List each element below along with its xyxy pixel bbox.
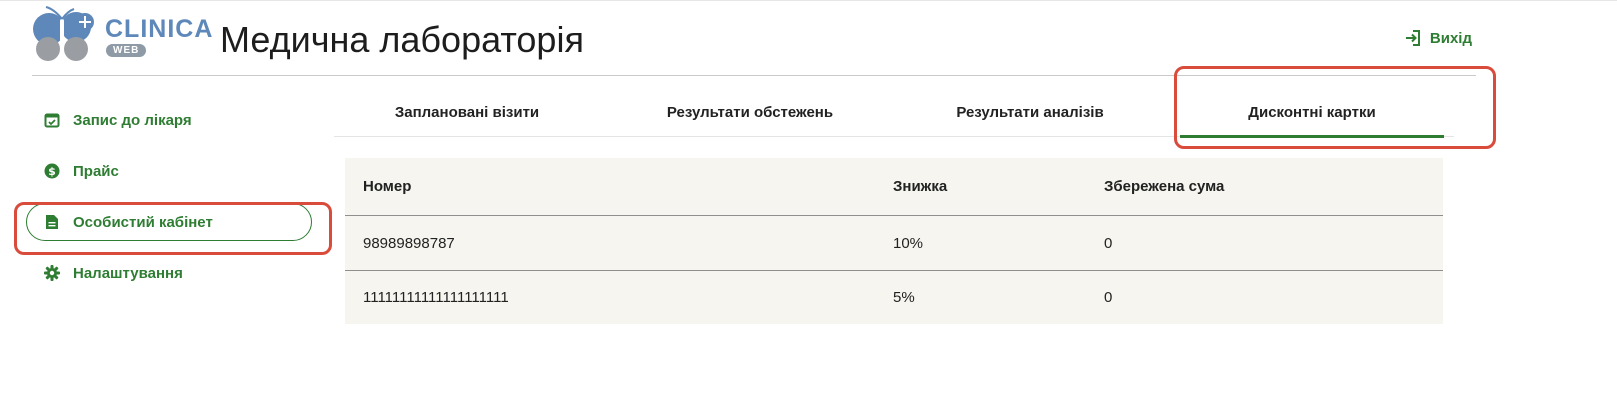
tab-scheduled-visits[interactable]: Заплановані візити [334,87,600,137]
sidebar-item-appointment[interactable]: Запис до лікаря [26,101,312,139]
tab-label: Результати аналізів [956,103,1104,121]
tab-discount-cards[interactable]: Дисконтні картки [1180,87,1444,138]
cell-number: 11111111111111111111 [363,289,509,306]
header-divider [32,75,1476,76]
app-page: CLINICA WEB Медична лабораторія Вихід За… [0,0,1617,417]
header: CLINICA WEB Медична лабораторія Вихід [32,5,1476,75]
gear-icon [43,264,61,282]
tab-label: Заплановані візити [394,103,540,121]
column-header-saved-sum: Збережена сума [1104,178,1225,195]
dollar-circle-icon: $ [43,162,61,180]
sidebar-item-label: Налаштування [73,264,183,282]
table-header-row: Номер Знижка Збережена сума [345,158,1443,216]
tab-bar: Заплановані візити Результати обстежень … [334,87,1454,138]
table-row[interactable]: 11111111111111111111 5% 0 [345,270,1443,324]
cell-saved-sum: 0 [1104,289,1113,306]
sidebar-item-label: Запис до лікаря [73,111,192,129]
sign-in-icon [1405,30,1420,46]
cell-number: 98989898787 [363,234,455,252]
sidebar: Запис до лікаря $ Прайс Особистий кабіне… [26,101,312,305]
calendar-check-icon [43,111,61,129]
cell-saved-sum: 0 [1104,234,1113,252]
tab-examination-results[interactable]: Результати обстежень [600,87,900,137]
logo-text: CLINICA [105,15,214,43]
clinica-logo[interactable]: CLINICA WEB [32,5,212,67]
svg-text:$: $ [48,165,56,178]
sidebar-item-label: Прайс [73,162,119,180]
logout-button[interactable]: Вихід [1404,29,1472,47]
sidebar-item-label: Особистий кабінет [73,213,213,231]
column-header-number: Номер [363,178,412,195]
column-header-discount: Знижка [893,178,948,195]
table-row[interactable]: 98989898787 10% 0 [345,216,1443,270]
tab-analysis-results[interactable]: Результати аналізів [900,87,1160,137]
logo-subtitle: WEB [106,44,147,57]
tab-label: Дисконтні картки [1248,103,1376,121]
sidebar-item-price[interactable]: $ Прайс [26,152,312,190]
page-title: Медична лабораторія [220,19,584,60]
butterfly-logo-icon [33,6,94,63]
discount-cards-table: Номер Знижка Збережена сума 98989898787 … [345,158,1443,324]
cell-discount: 10% [893,234,924,252]
sidebar-item-personal-cabinet[interactable]: Особистий кабінет [26,203,312,241]
document-icon [43,213,61,231]
cell-discount: 5% [893,289,915,306]
sidebar-item-settings[interactable]: Налаштування [26,254,312,292]
tab-label: Результати обстежень [666,103,834,121]
logout-label: Вихід [1429,29,1472,47]
